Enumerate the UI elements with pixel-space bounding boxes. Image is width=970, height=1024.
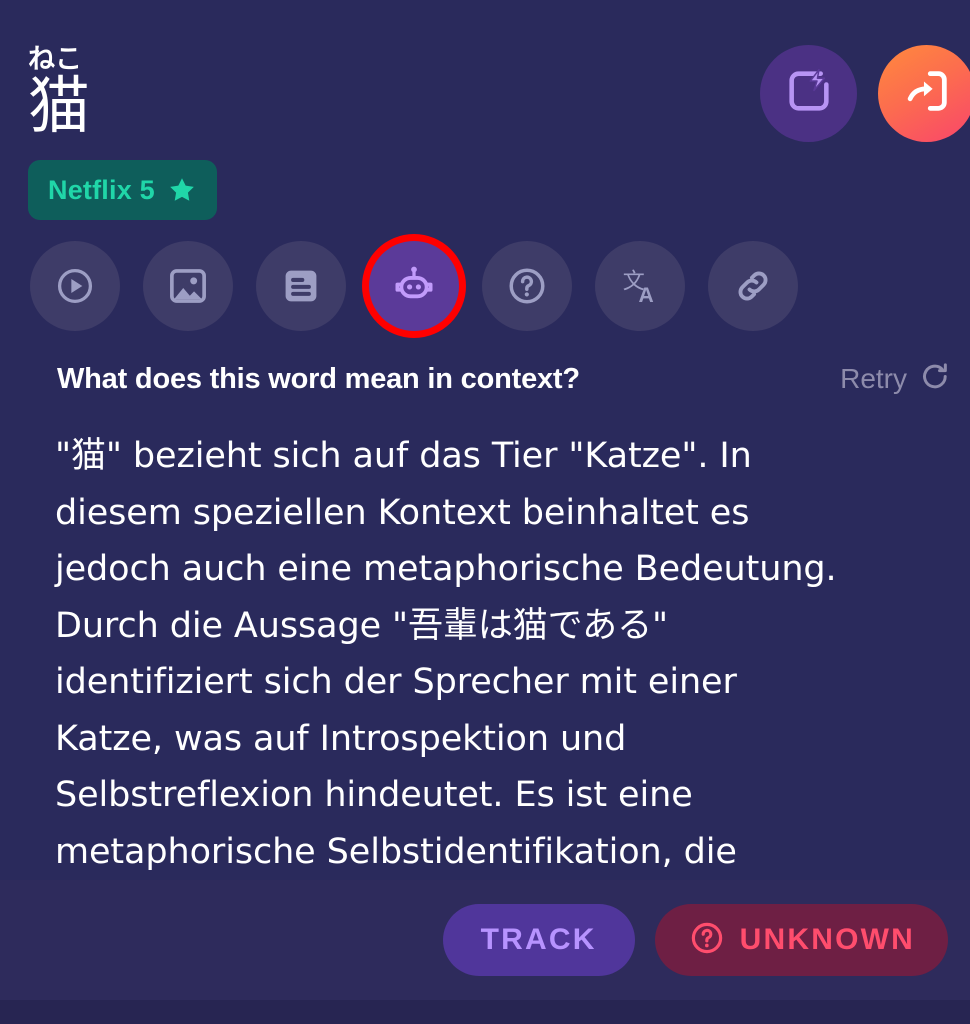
robot-icon xyxy=(391,263,437,309)
refresh-icon xyxy=(918,360,952,399)
open-external-button[interactable] xyxy=(878,45,970,142)
svg-text:A: A xyxy=(638,284,653,307)
header-actions xyxy=(760,45,970,142)
tool-images[interactable] xyxy=(143,241,233,331)
word-header: ねこ 猫 Netflix 5 xyxy=(0,0,970,228)
question-circle-icon xyxy=(688,919,726,962)
source-badge[interactable]: Netflix 5 xyxy=(28,160,217,220)
bottom-action-bar: TRACK UNKNOWN xyxy=(0,880,970,1000)
flashcard-button[interactable] xyxy=(760,45,857,142)
retry-label: Retry xyxy=(840,363,907,394)
star-icon xyxy=(167,175,197,205)
footer-bar xyxy=(0,1000,970,1024)
unknown-button[interactable]: UNKNOWN xyxy=(654,904,948,976)
translate-icon: 文 A xyxy=(617,263,663,309)
unknown-button-label: UNKNOWN xyxy=(739,923,915,956)
tool-translate[interactable]: 文 A xyxy=(595,241,685,331)
tool-quiz[interactable] xyxy=(482,241,572,331)
question-row: What does this word mean in context? Ret… xyxy=(0,355,970,403)
link-icon xyxy=(731,264,775,308)
word-block: ねこ 猫 xyxy=(28,46,90,137)
tool-text[interactable] xyxy=(256,241,346,331)
play-circle-icon xyxy=(53,264,97,308)
tool-ai[interactable] xyxy=(369,241,459,331)
flash-card-icon xyxy=(783,65,835,122)
question-title: What does this word mean in context? xyxy=(57,363,580,395)
question-circle-icon xyxy=(505,264,549,308)
tool-video[interactable] xyxy=(30,241,120,331)
article-icon xyxy=(279,264,323,308)
track-button-label: TRACK xyxy=(480,923,597,956)
content-surface: ねこ 猫 Netflix 5 文 A What does this word m… xyxy=(0,0,970,1000)
word-headword: 猫 xyxy=(28,69,91,142)
image-icon xyxy=(166,264,210,308)
tool-link[interactable] xyxy=(708,241,798,331)
source-badge-label: Netflix 5 xyxy=(48,174,155,205)
tool-row: 文 A xyxy=(30,241,798,331)
answer-body: "猫" bezieht sich auf das Tier "Katze". I… xyxy=(55,436,837,872)
track-button[interactable]: TRACK xyxy=(442,904,635,976)
enter-arrow-icon xyxy=(901,65,953,122)
retry-button[interactable]: Retry xyxy=(840,355,952,403)
app-root: ねこ 猫 Netflix 5 文 A What does this word m… xyxy=(0,0,970,1024)
